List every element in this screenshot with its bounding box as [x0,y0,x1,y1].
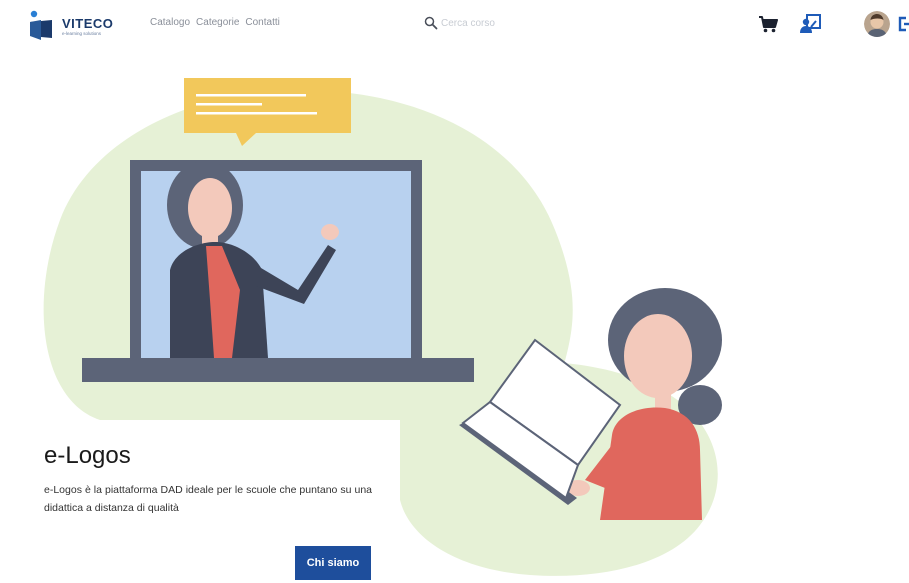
nav-link-catalogo[interactable]: Catalogo [150,17,190,28]
avatar-image [864,11,890,37]
logo-subtext: e-learning solutions [62,31,102,36]
cart-icon[interactable] [758,14,778,34]
main-nav: Catalogo Categorie Contatti [150,17,280,28]
logo[interactable]: VITECO e-learning solutions [28,10,128,42]
logo-text: VITECO [62,16,114,31]
viteco-logo-icon [30,10,52,40]
page: VITECO e-learning solutions Catalogo Cat… [0,0,909,583]
nav-link-categorie[interactable]: Categorie [196,17,239,28]
chi-siamo-button[interactable]: Chi siamo [295,546,371,580]
hero-title: e-Logos [44,442,131,469]
search-icon[interactable] [424,16,438,30]
search-box [424,14,544,34]
classroom-icon[interactable] [799,13,821,35]
search-input[interactable] [441,15,541,31]
logout-icon[interactable] [898,16,909,32]
hero-description: e-Logos è la piattaforma DAD ideale per … [44,484,372,514]
header: VITECO e-learning solutions Catalogo Cat… [0,0,909,50]
nav-link-contatti[interactable]: Contatti [245,17,279,28]
user-avatar[interactable] [864,11,890,37]
laptop [82,160,474,382]
